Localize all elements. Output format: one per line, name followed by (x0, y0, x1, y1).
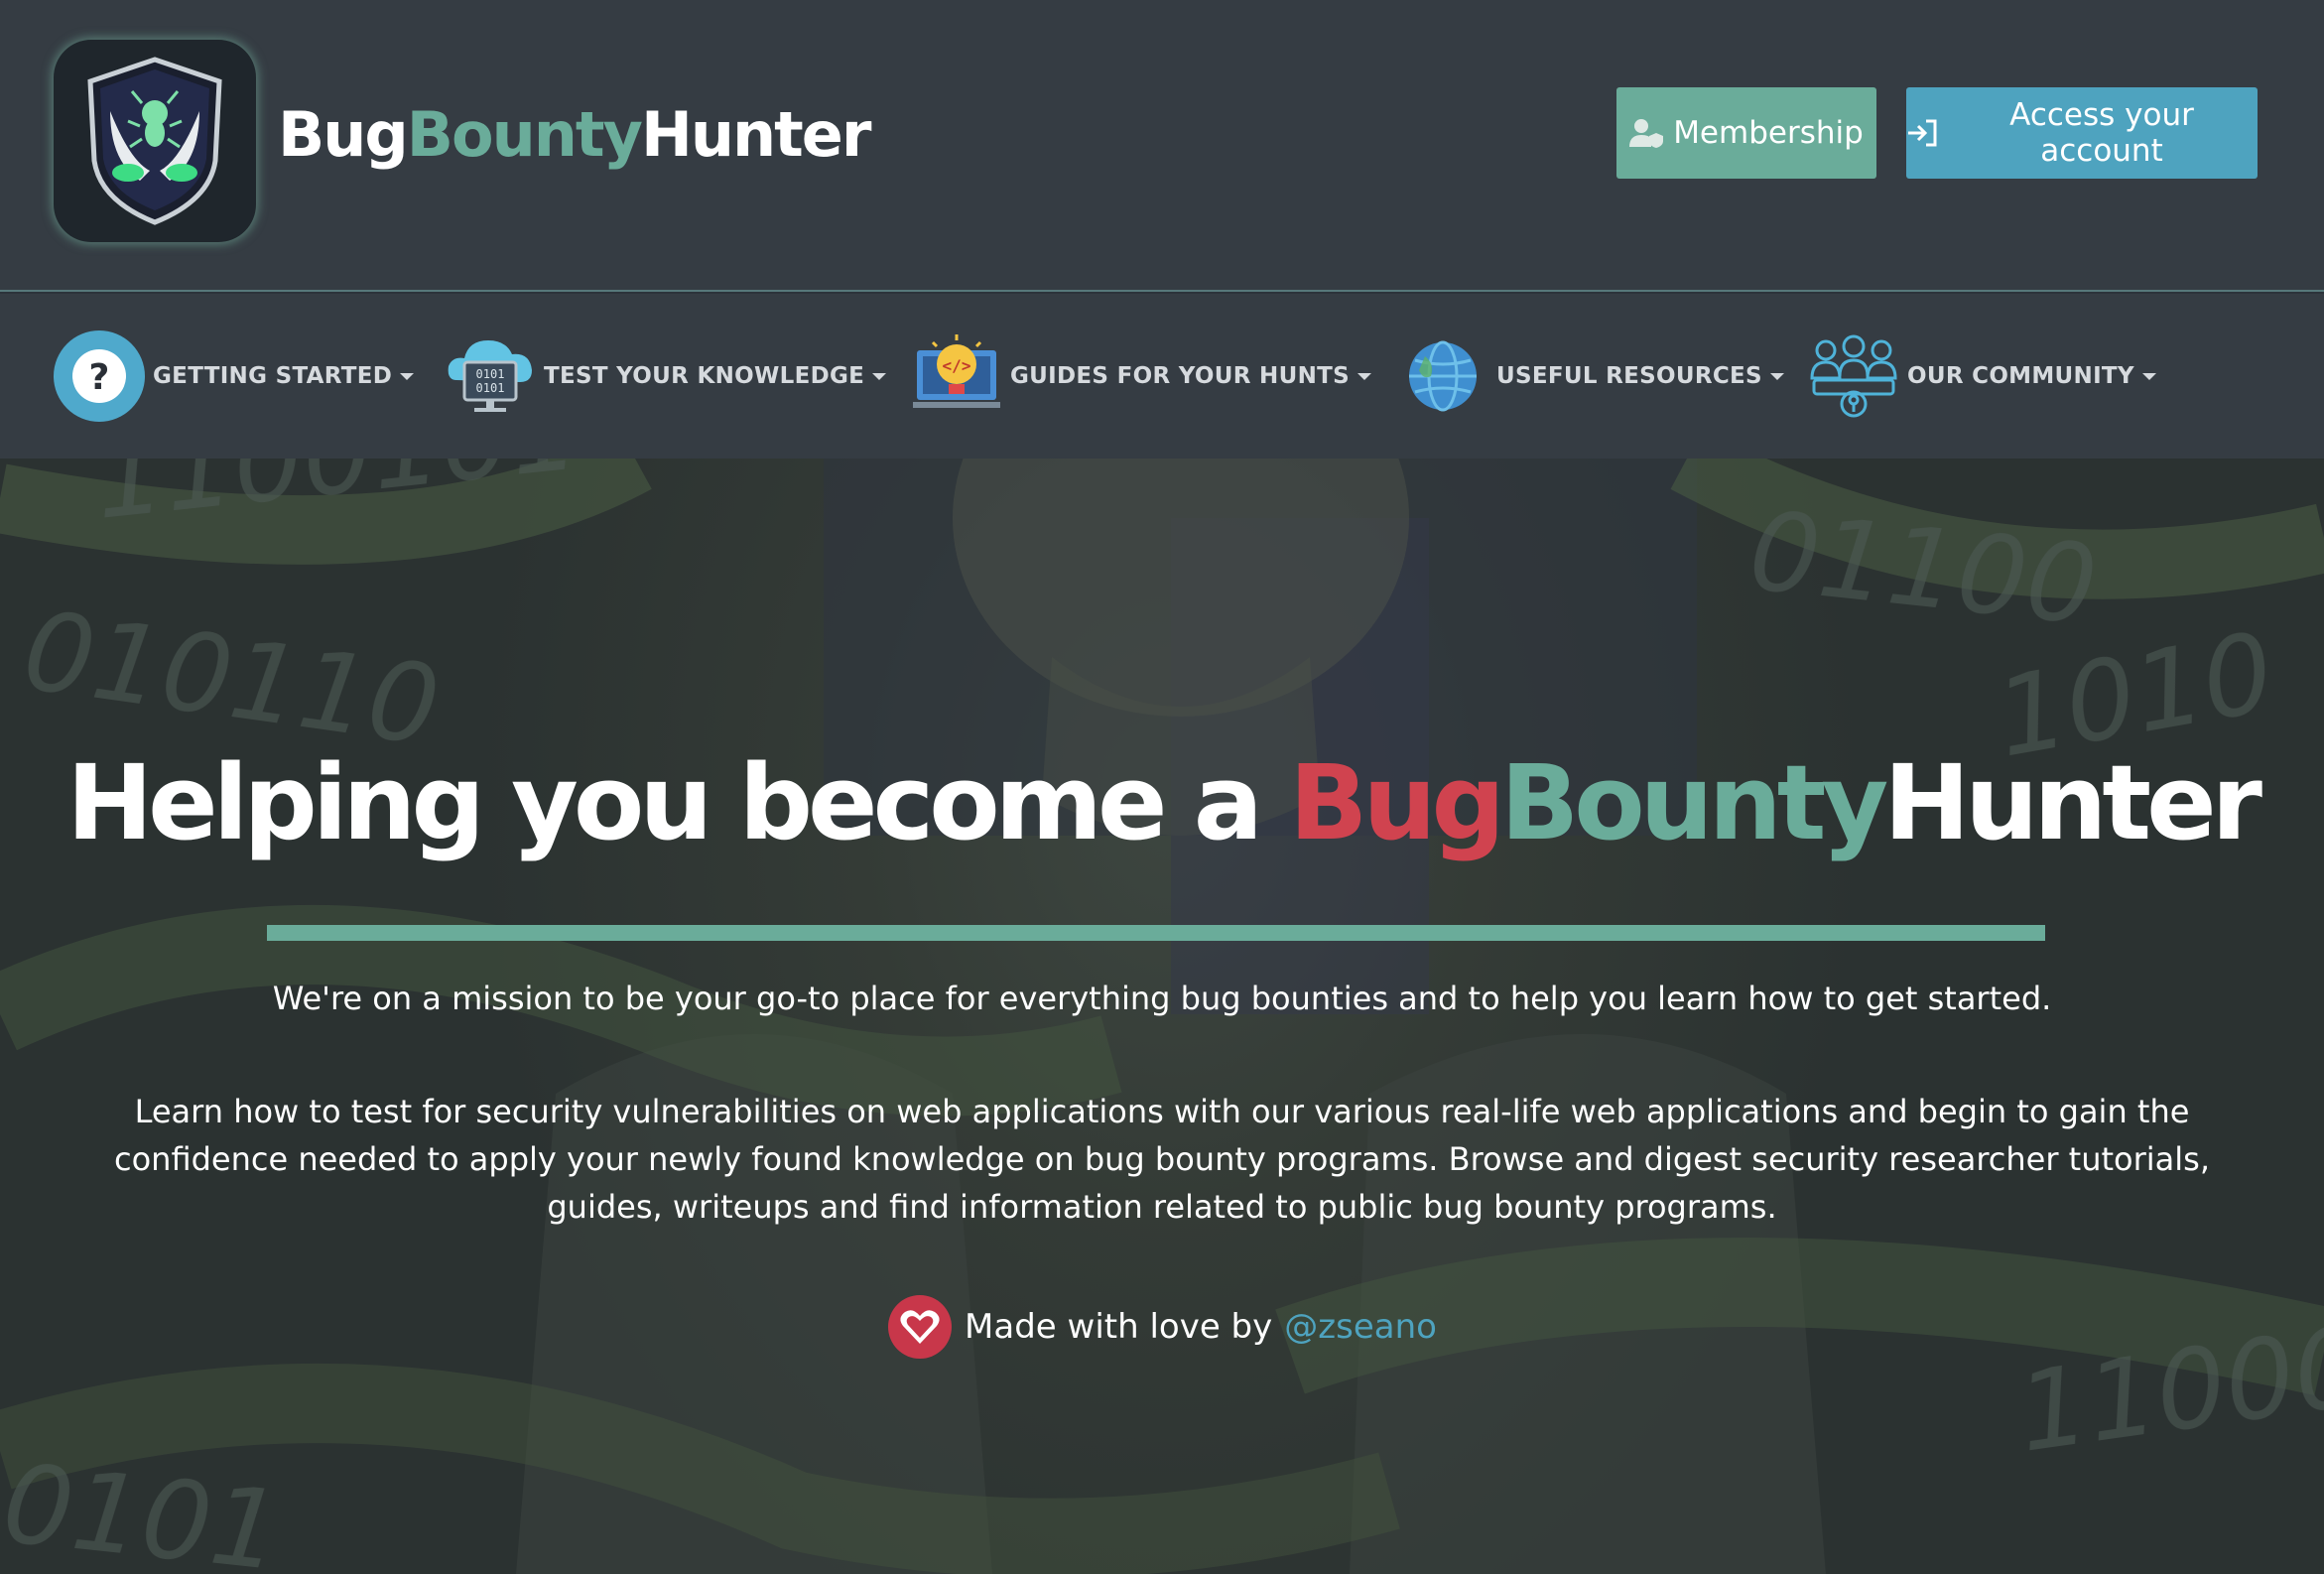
hero-divider (267, 925, 2045, 941)
brand-part-bounty: Bounty (406, 98, 643, 171)
made-with-love-text: Made with love by (965, 1307, 1273, 1347)
hero-title-hunter: Hunter (1883, 742, 2262, 863)
svg-text:?: ? (89, 357, 110, 398)
hero-title-bounty: Bounty (1499, 742, 1888, 863)
chevron-down-icon (2141, 372, 2156, 380)
svg-text:</>: </> (943, 356, 971, 375)
nav-useful-resources[interactable]: USEFUL RESOURCES (1395, 328, 1784, 425)
nav-label: GUIDES FOR YOUR HUNTS (1010, 363, 1350, 389)
learn-description: Learn how to test for security vulnerabi… (113, 1093, 2210, 1226)
cloud-computer-icon: 0101 0101 (443, 328, 538, 424)
hero-title-bug: Bug (1289, 742, 1505, 863)
site-logo[interactable] (54, 40, 256, 242)
membership-label: Membership (1673, 115, 1864, 151)
bug-shield-mascot-icon (87, 57, 222, 225)
svg-text:0101: 0101 (0, 1440, 287, 1574)
nav-label: GETTING STARTED (153, 363, 393, 389)
brand-part-bug: Bug (278, 98, 409, 171)
sign-in-icon (1906, 118, 1938, 148)
heart-icon (887, 1294, 953, 1360)
question-circle-icon: ? (52, 328, 147, 424)
globe-icon (1395, 328, 1490, 424)
nav-our-community[interactable]: OUR COMMUNITY (1806, 328, 2156, 425)
nav-label: USEFUL RESOURCES (1496, 363, 1762, 389)
access-account-label: Access your account (2009, 97, 2194, 169)
access-account-button[interactable]: Access your account (1906, 87, 2258, 179)
made-with-love: Made with love by @zseano (0, 1294, 2324, 1360)
nav-guides-for-your-hunts[interactable]: </> GUIDES FOR YOUR HUNTS (909, 328, 1371, 425)
hero-section: 010110 1100101 01100 1010 11000 0101 Hel… (0, 459, 2324, 1574)
main-nav: ? GETTING STARTED 0101 0101 TEST YOUR KN… (0, 294, 2324, 459)
chevron-down-icon (1356, 372, 1371, 380)
membership-button[interactable]: Membership (1616, 87, 1876, 179)
nav-test-your-knowledge[interactable]: 0101 0101 TEST YOUR KNOWLEDGE (443, 328, 887, 425)
brand-part-hunter: Hunter (640, 98, 871, 171)
nav-label: OUR COMMUNITY (1907, 363, 2134, 389)
svg-text:0101: 0101 (476, 367, 505, 381)
chevron-down-icon (400, 372, 415, 380)
lightbulb-code-icon: </> (909, 328, 1004, 424)
hero-title: Helping you become a BugBountyHunter (0, 738, 2324, 867)
chevron-down-icon (872, 372, 887, 380)
nav-label: TEST YOUR KNOWLEDGE (544, 363, 865, 389)
user-shield-icon (1629, 117, 1665, 149)
mission-statement: We're on a mission to be your go-to plac… (272, 980, 2052, 1017)
author-link[interactable]: @zseano (1284, 1307, 1437, 1347)
community-people-icon (1806, 328, 1901, 424)
brand-name[interactable]: BugBountyHunter (278, 95, 871, 175)
hero-title-prefix: Helping you become a (66, 742, 1290, 863)
svg-text:0101: 0101 (476, 381, 505, 395)
chevron-down-icon (1769, 372, 1784, 380)
nav-getting-started[interactable]: ? GETTING STARTED (52, 328, 415, 425)
svg-text:01100: 01100 (1743, 487, 2102, 650)
site-header: BugBountyHunter Membership Access your a… (0, 0, 2324, 292)
